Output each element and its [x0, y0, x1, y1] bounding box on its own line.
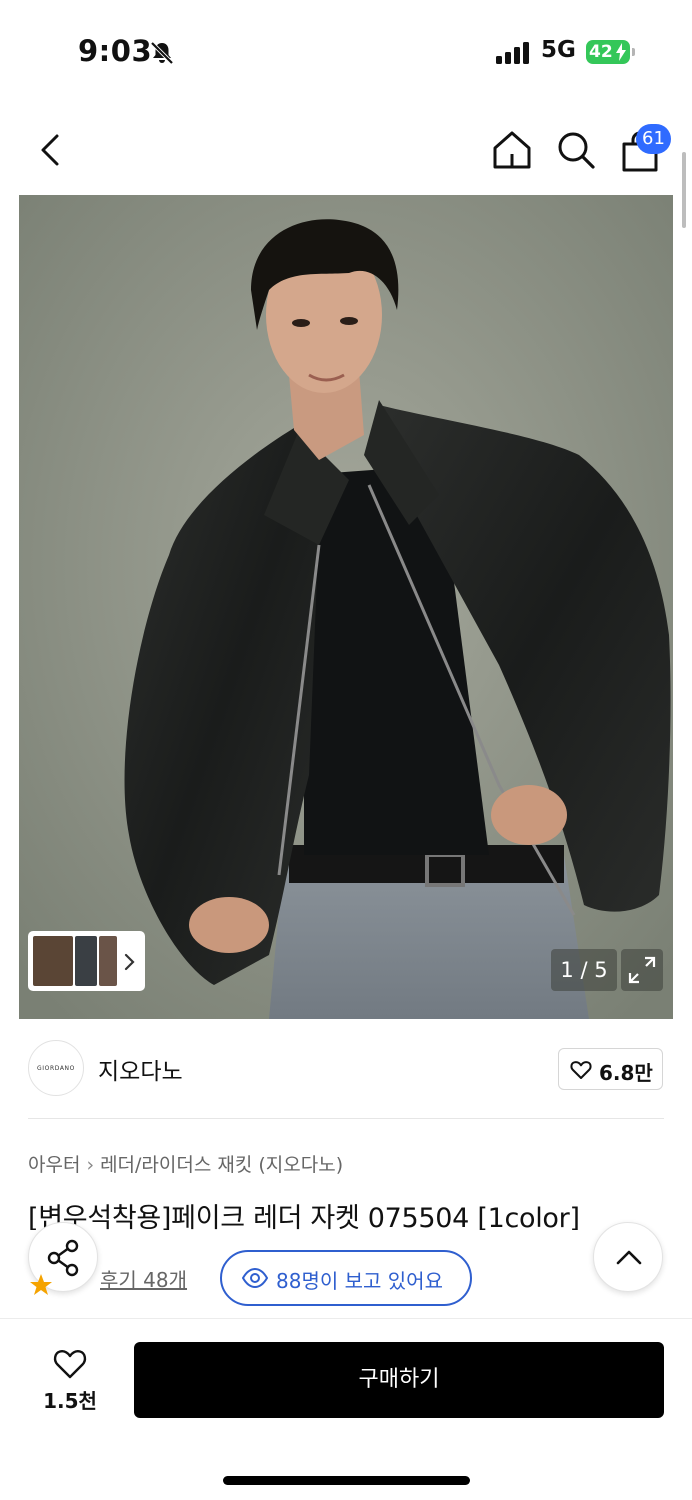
- thumbnail-1[interactable]: [33, 936, 73, 986]
- product-photo[interactable]: [19, 195, 673, 1019]
- chevron-right-icon: ›: [86, 1154, 95, 1176]
- home-icon[interactable]: [490, 128, 534, 172]
- battery-level: 42: [589, 42, 613, 62]
- scrollbar[interactable]: [682, 152, 686, 228]
- image-counter: 1 / 5: [551, 949, 617, 991]
- breadcrumb-category[interactable]: 아우터: [28, 1154, 80, 1176]
- buy-button[interactable]: 구매하기: [134, 1342, 664, 1418]
- heart-outline-icon: [570, 1061, 592, 1079]
- status-bar: 9:03 5G 42: [0, 0, 692, 100]
- scroll-to-top-button[interactable]: [593, 1222, 663, 1292]
- review-link[interactable]: 후기 48개: [100, 1264, 187, 1293]
- expand-icon: [628, 956, 656, 984]
- back-arrow-icon[interactable]: [30, 128, 70, 172]
- bell-muted-icon: [150, 41, 174, 65]
- chevron-right-icon[interactable]: [121, 952, 139, 972]
- charging-bolt-icon: [616, 43, 626, 61]
- heart-outline-icon[interactable]: [52, 1346, 88, 1380]
- product-title: [변우석착용]페이크 레더 자켓 075504 [1color]: [28, 1203, 580, 1230]
- breadcrumb: 아우터 › 레더/라이더스 재킷 (지오다노): [28, 1150, 343, 1177]
- star-icon: [30, 1274, 52, 1295]
- home-indicator[interactable]: [223, 1476, 470, 1485]
- wish-count: 1.5천: [43, 1389, 97, 1413]
- battery-cap: [632, 48, 635, 56]
- expand-button[interactable]: [621, 949, 663, 991]
- status-time: 9:03: [78, 34, 153, 68]
- viewers-badge: 88명이 보고 있어요: [220, 1250, 472, 1306]
- chevron-up-icon: [616, 1250, 642, 1265]
- brand-name[interactable]: 지오다노: [98, 1052, 183, 1086]
- brand-favorite-button[interactable]: 6.8만: [558, 1048, 663, 1090]
- network-label: 5G: [541, 37, 576, 63]
- bottom-bar-divider: [0, 1318, 692, 1319]
- cart-count-badge: 61: [636, 124, 671, 154]
- eye-icon: [242, 1267, 268, 1289]
- thumbnail-3[interactable]: [99, 936, 117, 986]
- battery-indicator: 42: [586, 40, 630, 64]
- brand-logo[interactable]: GIORDANO: [28, 1040, 84, 1096]
- favorite-count: 6.8만: [599, 1061, 653, 1085]
- signal-icon: [496, 42, 529, 64]
- thumbnail-2[interactable]: [75, 936, 97, 986]
- viewers-text: 88명이 보고 있어요: [276, 1269, 443, 1293]
- divider: [28, 1118, 664, 1119]
- breadcrumb-subcategory[interactable]: 레더/라이더스 재킷 (지오다노): [100, 1154, 343, 1176]
- model-photo-illustration: [19, 195, 673, 1019]
- search-icon[interactable]: [554, 128, 598, 172]
